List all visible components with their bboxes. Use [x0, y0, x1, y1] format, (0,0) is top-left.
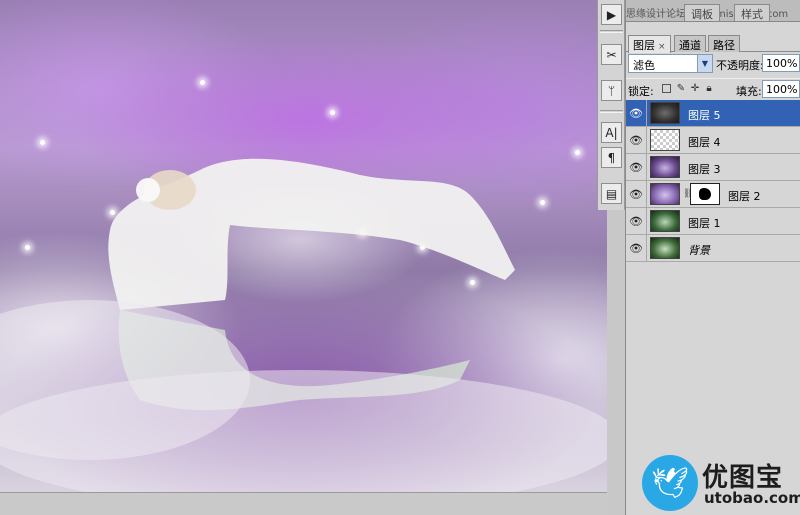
- layer-row-3[interactable]: 👁︎ 图层 3: [626, 154, 800, 181]
- opacity-input[interactable]: 100%: [762, 54, 800, 72]
- layer-row-5[interactable]: 👁︎ 图层 5: [626, 100, 800, 127]
- play-icon[interactable]: ▶: [601, 4, 622, 25]
- layer-thumbnail: [650, 129, 680, 151]
- blend-mode-value: 滤色: [633, 59, 655, 72]
- lock-all-icon[interactable]: 🔒︎: [703, 82, 715, 94]
- tab-paths[interactable]: 路径: [708, 35, 740, 52]
- character-icon[interactable]: A|: [601, 122, 622, 143]
- layer-thumbnail: [650, 237, 680, 259]
- scissors-tool-icon[interactable]: ✂: [601, 44, 622, 65]
- fill-input[interactable]: 100%: [762, 80, 800, 98]
- divider: [646, 127, 647, 154]
- horizontal-scrollbar[interactable]: [0, 492, 607, 515]
- divider: [600, 30, 623, 33]
- layer-thumbnail: [650, 210, 680, 232]
- blend-mode-row: 滤色 ▼ 不透明度: 100%: [626, 54, 800, 76]
- layer-thumbnail: [650, 102, 680, 124]
- divider: [646, 100, 647, 127]
- blend-mode-select[interactable]: 滤色 ▼: [628, 54, 713, 73]
- brand-watermark: 🕊︎ 优图宝 utobao.com: [642, 453, 800, 515]
- layer-list: 👁︎ 图层 5 👁︎ 图层 4 👁︎ 图层 3 👁︎ ⛓ 图层 2 👁︎ 图层 …: [626, 100, 800, 262]
- tab-channels[interactable]: 通道: [674, 35, 706, 52]
- layer-comps-icon[interactable]: ▤: [601, 183, 622, 204]
- layer-name: 图层 1: [688, 217, 721, 230]
- canvas-artwork: [0, 158, 607, 492]
- layer-thumbnail: [650, 156, 680, 178]
- tab-panels[interactable]: 调板: [684, 4, 720, 21]
- eye-icon[interactable]: 👁︎: [629, 106, 643, 120]
- eye-icon[interactable]: 👁︎: [629, 241, 643, 255]
- lock-transparent-icon[interactable]: [662, 84, 671, 93]
- tab-label: 路径: [713, 39, 735, 52]
- divider: [646, 235, 647, 262]
- lock-position-icon[interactable]: ✛: [689, 82, 701, 94]
- layer-name: 图层 3: [688, 163, 721, 176]
- divider: [646, 208, 647, 235]
- brush-tool-icon[interactable]: ᛘ: [601, 80, 622, 101]
- bird-logo-icon: 🕊︎: [642, 455, 698, 511]
- close-icon[interactable]: ×: [658, 42, 666, 52]
- divider: [646, 181, 647, 208]
- layer-mask-thumbnail[interactable]: [690, 183, 720, 205]
- layers-panel: 思缘设计论坛 www.missyuan.com 调板 样式 图层× 通道 路径 …: [625, 0, 800, 515]
- eye-icon[interactable]: 👁︎: [629, 187, 643, 201]
- tab-styles[interactable]: 样式: [734, 4, 770, 21]
- brand-url: utobao.com: [704, 489, 800, 507]
- layer-row-1[interactable]: 👁︎ 图层 1: [626, 208, 800, 235]
- tab-label: 通道: [679, 39, 701, 52]
- divider: [600, 110, 623, 113]
- layer-name: 图层 2: [728, 190, 761, 203]
- eye-icon[interactable]: 👁︎: [629, 160, 643, 174]
- lock-pixels-icon[interactable]: ✎: [675, 82, 687, 94]
- fill-label: 填充:: [736, 85, 762, 98]
- tab-label: 调板: [691, 8, 713, 21]
- lock-row: 锁定: ✎ ✛ 🔒︎ 填充: 100%: [626, 78, 800, 100]
- tab-label: 图层: [633, 39, 655, 52]
- layer-name: 背景: [688, 244, 710, 257]
- panel-dock-strip: ▶ ✂ ᛘ A| ¶ ▤: [597, 0, 625, 210]
- chevron-down-icon[interactable]: ▼: [697, 55, 712, 72]
- divider: [646, 154, 647, 181]
- layers-tab-row: 图层 × 通道 路径: [626, 33, 800, 53]
- top-panel-tabs: 思缘设计论坛 www.missyuan.com 调板 样式: [626, 0, 800, 22]
- layer-row-4[interactable]: 👁︎ 图层 4: [626, 127, 800, 154]
- layer-row-2[interactable]: 👁︎ ⛓ 图层 2: [626, 181, 800, 208]
- document-canvas[interactable]: [0, 0, 607, 492]
- layer-thumbnail: [650, 183, 680, 205]
- eye-icon[interactable]: 👁︎: [629, 133, 643, 147]
- opacity-label: 不透明度:: [716, 59, 764, 72]
- eye-icon[interactable]: 👁︎: [629, 214, 643, 228]
- photoshop-window: ▶ ✂ ᛘ A| ¶ ▤ 思缘设计论坛 www.missyuan.com 调板 …: [0, 0, 800, 515]
- workspace: [0, 0, 607, 515]
- layer-name: 图层 4: [688, 136, 721, 149]
- tab-label: 样式: [741, 8, 763, 21]
- lock-label: 锁定:: [628, 85, 654, 98]
- tab-layers[interactable]: 图层 ×: [628, 35, 671, 53]
- layer-row-background[interactable]: 👁︎ 背景: [626, 235, 800, 262]
- paragraph-icon[interactable]: ¶: [601, 147, 622, 168]
- layer-name: 图层 5: [688, 109, 721, 122]
